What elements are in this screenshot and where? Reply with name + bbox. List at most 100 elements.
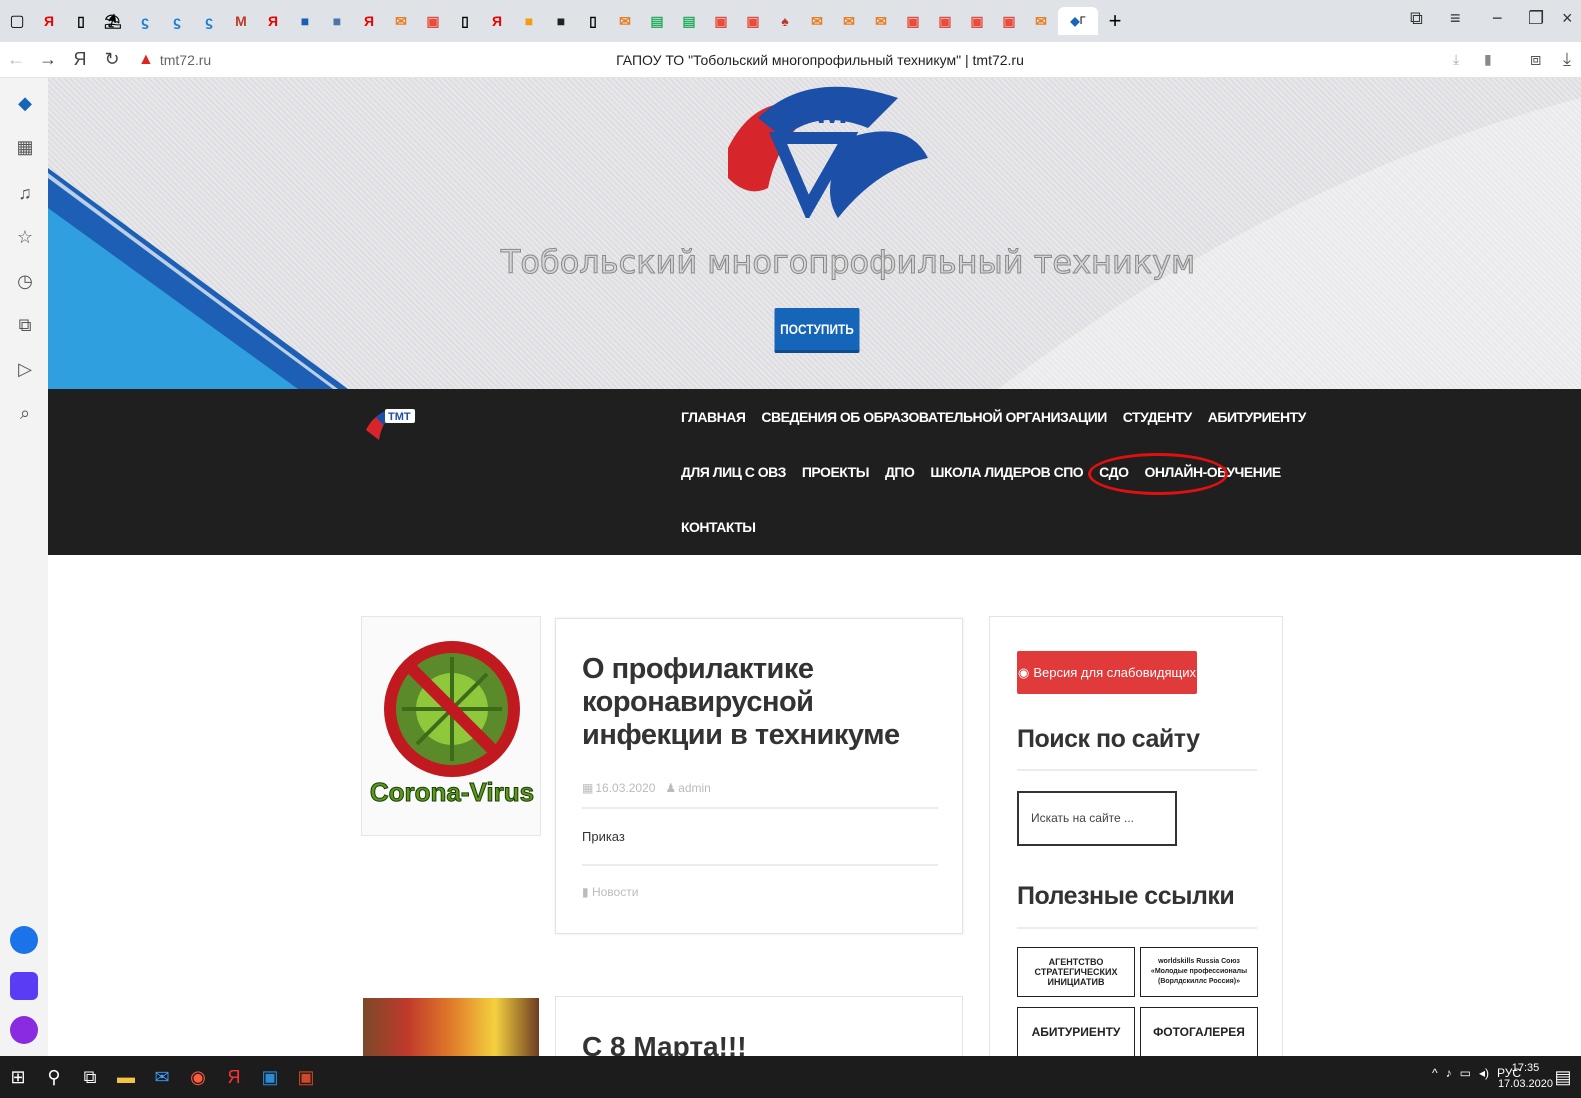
link-applicant[interactable]: АБИТУРИЕНТУ: [1017, 1007, 1135, 1056]
extensions-icon[interactable]: ⧈: [1530, 49, 1541, 70]
tab[interactable]: ▤: [674, 7, 704, 35]
post-date[interactable]: 16.03.2020: [595, 781, 655, 795]
mail-icon[interactable]: ✉: [144, 1067, 180, 1088]
yandex-icon[interactable]: Я: [64, 49, 96, 70]
notifications-icon[interactable]: ▤: [1545, 1067, 1581, 1088]
search-app-icon[interactable]: [10, 926, 38, 954]
reload-icon[interactable]: ↻: [96, 49, 128, 70]
tab[interactable]: ■: [546, 7, 576, 35]
tab[interactable]: ▣: [930, 7, 960, 35]
microphone-icon[interactable]: ♪: [1446, 1066, 1452, 1080]
play-icon[interactable]: ▷: [14, 358, 36, 380]
tab[interactable]: ▯: [66, 7, 96, 35]
tab[interactable]: ⛱: [98, 7, 128, 35]
minimize-icon[interactable]: −: [1492, 8, 1503, 29]
tab[interactable]: Я: [34, 7, 64, 35]
post-title[interactable]: О профилактике коронавирусной инфекции в…: [582, 653, 952, 752]
tab[interactable]: Я: [482, 7, 512, 35]
downloads-icon[interactable]: ⤓: [1563, 49, 1571, 70]
history-icon[interactable]: ◷: [14, 270, 36, 292]
chevron-up-icon[interactable]: ^: [1432, 1066, 1438, 1080]
link-asi[interactable]: АГЕНТСТВО СТРАТЕГИЧЕСКИХ ИНИЦИАТИВ: [1017, 947, 1135, 997]
nav-logo[interactable]: ТМТ: [361, 405, 421, 445]
task-view-icon[interactable]: ⧉: [72, 1067, 108, 1088]
close-icon[interactable]: ×: [1562, 8, 1573, 29]
alice-icon[interactable]: [10, 1016, 38, 1044]
powerpoint-icon[interactable]: ▣: [288, 1067, 324, 1088]
tab[interactable]: ■: [290, 7, 320, 35]
tab[interactable]: ▣: [962, 7, 992, 35]
post-thumbnail-tulips[interactable]: [363, 998, 539, 1056]
star-icon[interactable]: ☆: [14, 226, 36, 248]
document-search-icon[interactable]: ⌕: [14, 402, 36, 424]
nav-item-contacts[interactable]: КОНТАКТЫ: [681, 519, 756, 535]
tab[interactable]: ✉: [866, 7, 896, 35]
tab[interactable]: ✉: [610, 7, 640, 35]
nav-item-home[interactable]: ГЛАВНАЯ: [681, 409, 746, 425]
skype-icon[interactable]: ▣: [252, 1067, 288, 1088]
tab[interactable]: ▣: [898, 7, 928, 35]
post-author[interactable]: admin: [678, 781, 711, 795]
nav-item-applicant[interactable]: АБИТУРИЕНТУ: [1208, 409, 1307, 425]
tab[interactable]: ■: [514, 7, 544, 35]
nav-item-projects[interactable]: ПРОЕКТЫ: [802, 464, 870, 480]
post-thumbnail[interactable]: Corona-Virus: [361, 616, 541, 836]
nav-item-dpo[interactable]: ДПО: [885, 464, 915, 480]
tab[interactable]: M: [226, 7, 256, 35]
volume-icon[interactable]: ◂): [1479, 1066, 1489, 1080]
warning-icon[interactable]: ▲: [138, 51, 154, 69]
profile-icon[interactable]: ◆: [14, 92, 36, 114]
collections-icon[interactable]: ⧉: [1410, 8, 1423, 29]
site-search-input[interactable]: Искать на сайте ...: [1017, 791, 1177, 846]
enroll-button[interactable]: ПОСТУПИТЬ: [774, 308, 860, 350]
windows-start-icon[interactable]: ⊞: [0, 1067, 36, 1088]
search-icon[interactable]: ⚲: [36, 1067, 72, 1088]
tab[interactable]: Я: [354, 7, 384, 35]
tab[interactable]: ▤: [642, 7, 672, 35]
post-category[interactable]: ▮ Новости: [582, 885, 638, 899]
nav-item-disabled-persons[interactable]: ДЛЯ ЛИЦ С ОВЗ: [681, 464, 786, 480]
tab-active[interactable]: ◆ Г: [1058, 7, 1098, 35]
menu-icon[interactable]: ≡: [1450, 8, 1461, 29]
yandex-app-icon[interactable]: Я: [216, 1067, 252, 1088]
tab[interactable]: ▣: [994, 7, 1024, 35]
tab[interactable]: ✉: [834, 7, 864, 35]
nav-item-org-info[interactable]: СВЕДЕНИЯ ОБ ОБРАЗОВАТЕЛЬНОЙ ОРГАНИЗАЦИИ: [761, 409, 1107, 425]
tab[interactable]: ▣: [706, 7, 736, 35]
download-page-icon[interactable]: ⤓: [1453, 51, 1459, 68]
post-meta: ▦ 16.03.2020 ♟ admin: [582, 781, 711, 795]
bell-icon[interactable]: ♫: [14, 182, 36, 204]
yandex-browser-icon[interactable]: ◉: [180, 1067, 216, 1088]
tab[interactable]: ▯: [450, 7, 480, 35]
alice-shop-icon[interactable]: [10, 972, 38, 1000]
tab[interactable]: ♠: [770, 7, 800, 35]
network-icon[interactable]: ▭: [1460, 1066, 1471, 1080]
tab[interactable]: ✉: [386, 7, 416, 35]
tab[interactable]: ϛ: [194, 7, 224, 35]
bookmark-icon[interactable]: ▮: [1484, 51, 1492, 68]
tab[interactable]: ■: [322, 7, 352, 35]
link-worldskills[interactable]: worldskills Russia Союз «Молодые професс…: [1140, 947, 1258, 997]
tab[interactable]: ▯: [578, 7, 608, 35]
tab[interactable]: Я: [258, 7, 288, 35]
forward-icon[interactable]: →: [32, 49, 64, 70]
low-vision-button[interactable]: ◉ Версия для слабовидящих: [1017, 651, 1197, 694]
collections-icon[interactable]: ⧉: [14, 314, 36, 336]
tab[interactable]: ✉: [1026, 7, 1056, 35]
link-photo-gallery[interactable]: ФОТОГАЛЕРЕЯ: [1140, 1007, 1258, 1056]
tab[interactable]: ▣: [418, 7, 448, 35]
tab[interactable]: ▣: [738, 7, 768, 35]
new-tab-button[interactable]: +: [1100, 7, 1130, 35]
post-title[interactable]: С 8 Марта!!!: [582, 1031, 747, 1056]
restore-icon[interactable]: ❐: [1528, 8, 1544, 29]
nav-item-student[interactable]: СТУДЕНТУ: [1123, 409, 1193, 425]
file-explorer-icon[interactable]: ▬: [108, 1067, 144, 1088]
sidebar-toggle-icon[interactable]: ▢: [0, 11, 34, 31]
tab[interactable]: ✉: [802, 7, 832, 35]
apps-icon[interactable]: ▦: [14, 136, 36, 158]
url-field[interactable]: ▲ tmt72.ru: [138, 51, 211, 69]
tab[interactable]: ϛ: [162, 7, 192, 35]
nav-item-leaders-school[interactable]: ШКОЛА ЛИДЕРОВ СПО: [930, 464, 1083, 480]
tab[interactable]: ϛ: [130, 7, 160, 35]
back-icon[interactable]: ←: [0, 49, 32, 70]
